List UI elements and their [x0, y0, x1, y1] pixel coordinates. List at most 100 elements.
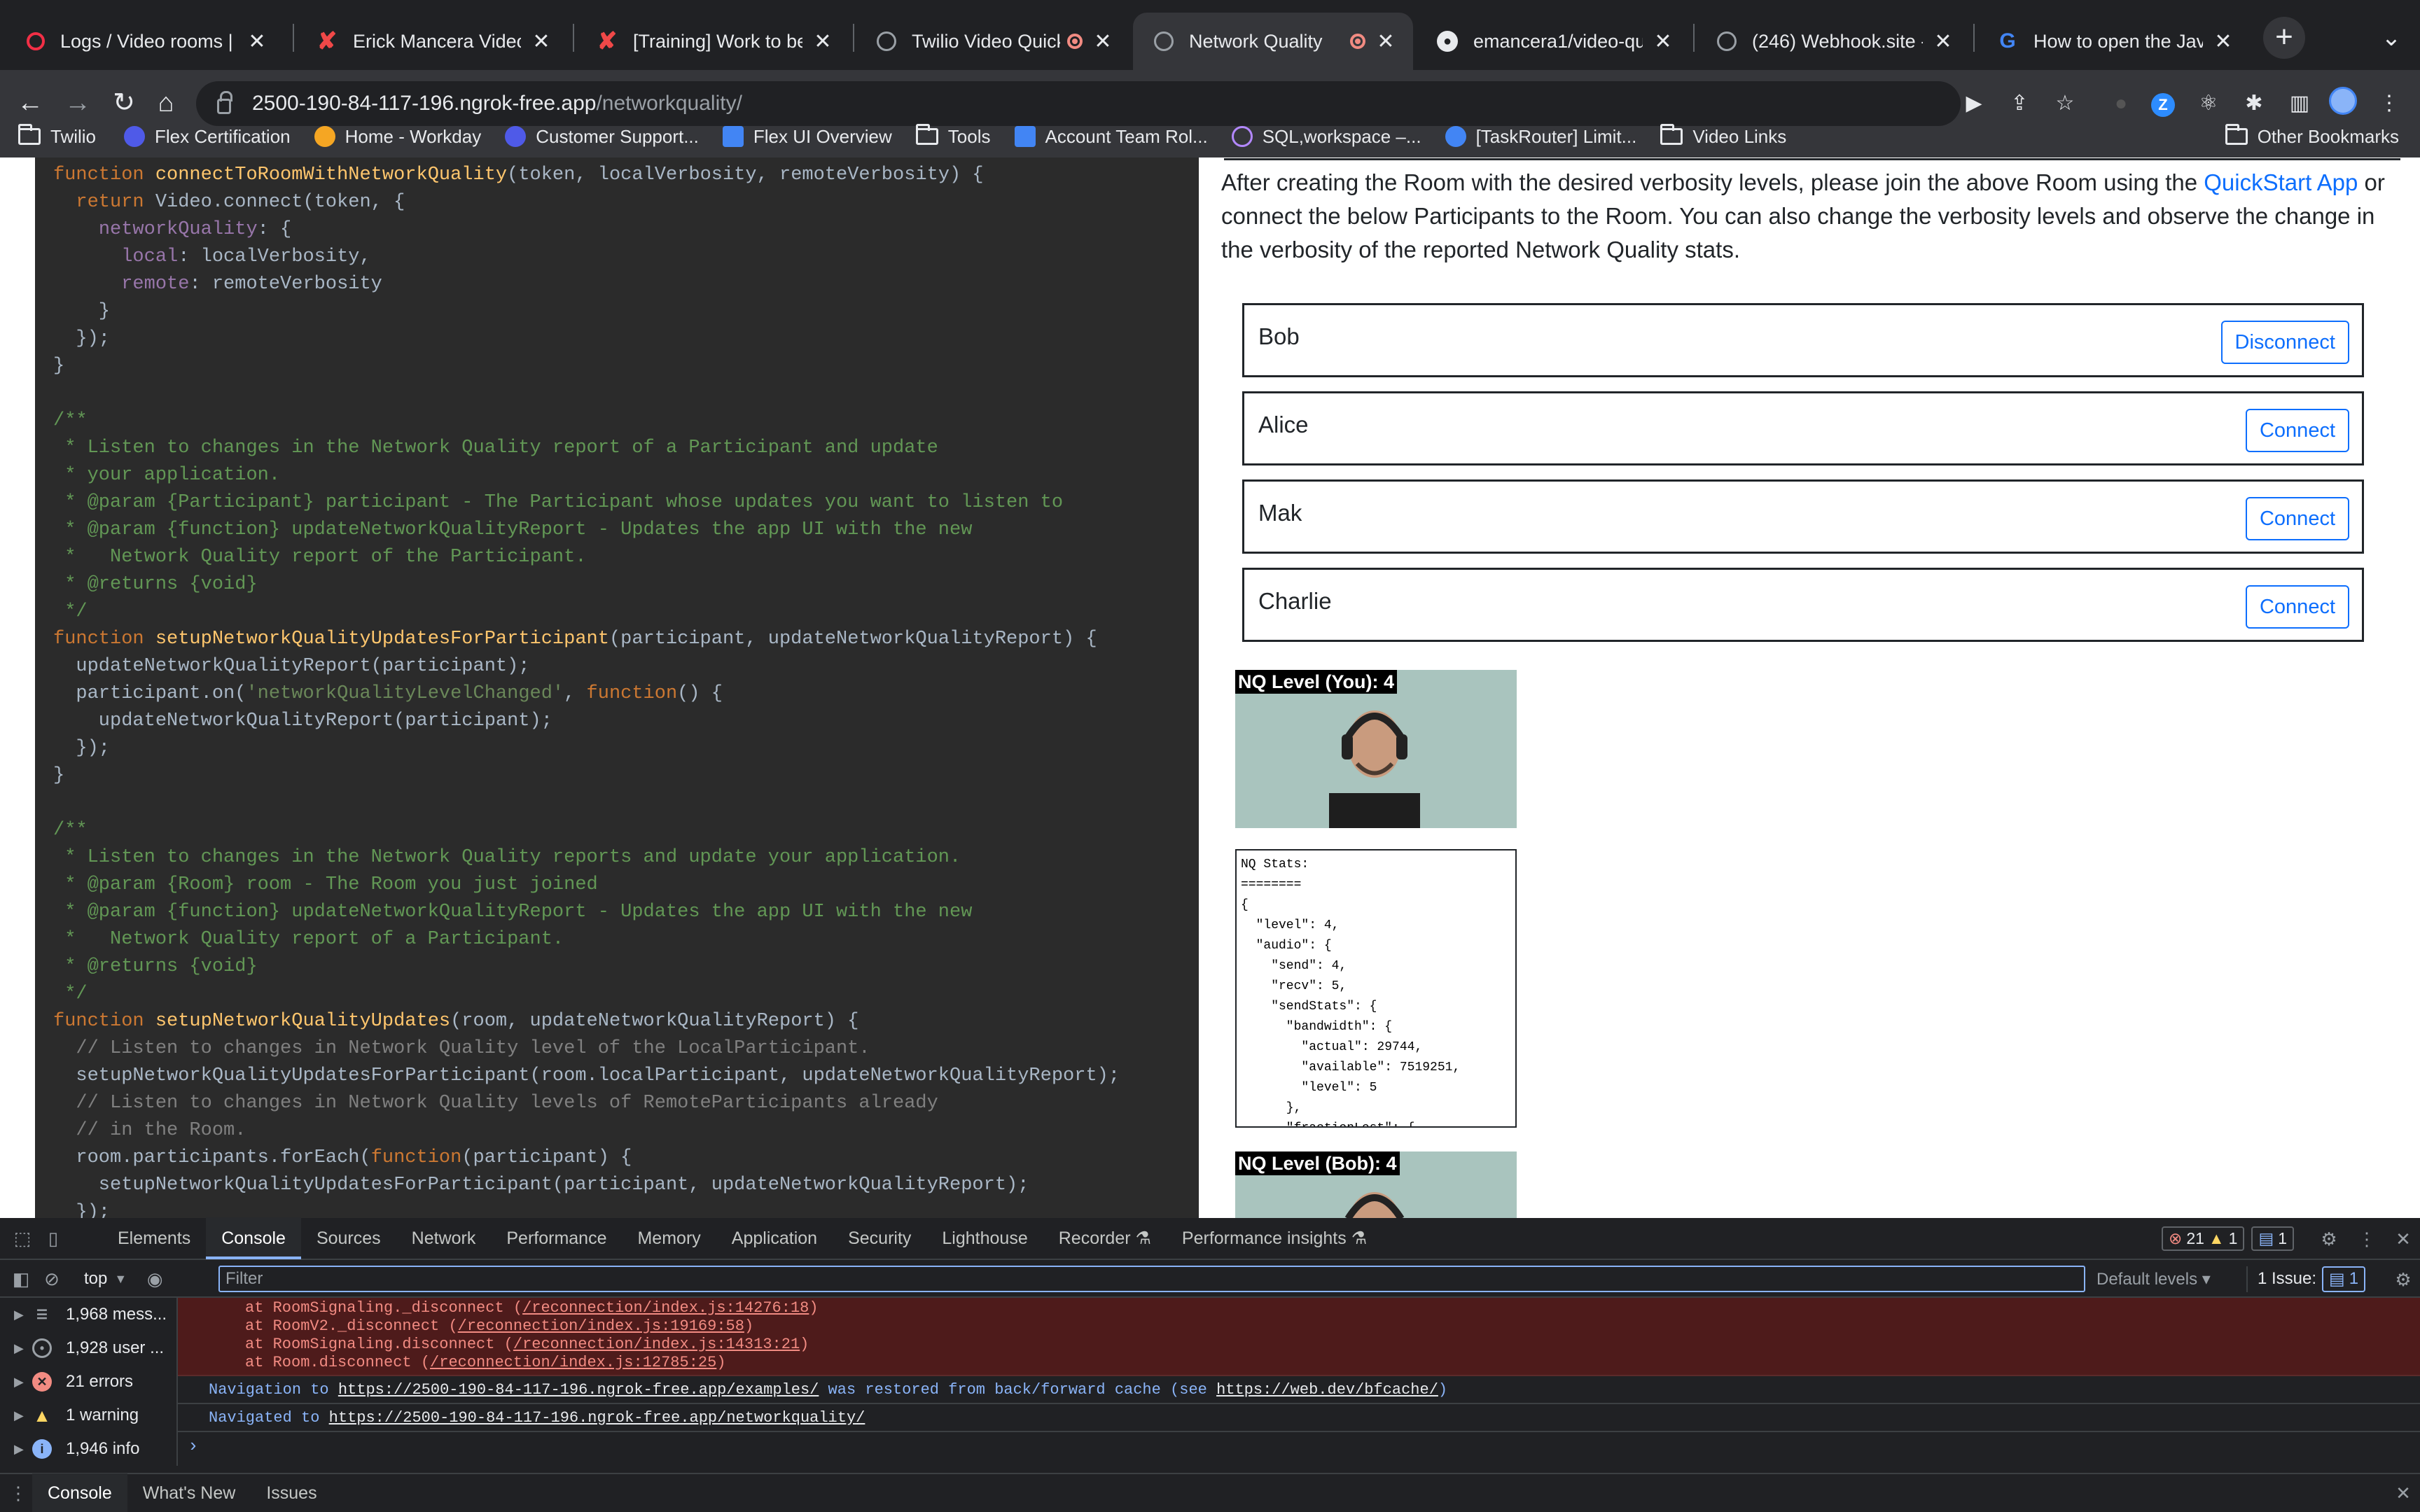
networkquality-url-link[interactable]: https://2500-190-84-117-196.ngrok-free.a… — [329, 1409, 865, 1427]
connect-mak-button[interactable]: Connect — [2245, 497, 2349, 540]
info-icon: i — [32, 1439, 52, 1459]
issues-link[interactable]: 1 Issue: ▤ 1 — [2246, 1266, 2366, 1292]
quickstart-app-link[interactable]: QuickStart App — [2204, 169, 2358, 195]
issues-counter[interactable]: ▤ 1 — [2251, 1226, 2294, 1251]
globe-icon — [1154, 31, 1174, 51]
console-filter-input[interactable]: Filter — [218, 1266, 2085, 1292]
drawer-tab-issues[interactable]: Issues — [251, 1474, 332, 1512]
device-toolbar-icon[interactable]: ▯ — [39, 1224, 67, 1252]
devtools-tab-recorder[interactable]: Recorder ⚗ — [1043, 1217, 1167, 1259]
inspect-element-icon[interactable]: ⬚ — [8, 1224, 36, 1252]
devtools-counters: ⊗ 21 ▲ 1 ▤ 1 — [2162, 1226, 2294, 1251]
context-selector[interactable]: top — [84, 1269, 107, 1289]
bfcache-link[interactable]: https://web.dev/bfcache/ — [1216, 1381, 1438, 1399]
close-icon[interactable]: ✕ — [1933, 29, 1954, 54]
sidebar-messages[interactable]: ▶ ☰ 1,968 mess... — [0, 1298, 176, 1331]
devtools-tab-performance[interactable]: Performance — [491, 1217, 622, 1259]
participant-name: Mak — [1258, 500, 1302, 526]
sidebar-label: 1,968 mess... — [66, 1305, 167, 1324]
stack-frame: at RoomSignaling.disconnect (/reconnecti… — [245, 1336, 2420, 1354]
drawer-tab-what-s-new[interactable]: What's New — [127, 1474, 251, 1512]
network-quality-panel: After creating the Room with the desired… — [1199, 158, 2420, 1218]
close-icon[interactable]: ✕ — [1375, 29, 1396, 54]
close-icon[interactable]: ✕ — [246, 29, 267, 54]
code-line: * @param {function} updateNetworkQuality… — [53, 902, 973, 923]
other-bookmarks[interactable]: Other Bookmarks — [2225, 115, 2399, 158]
bookmark-customer-support[interactable]: Customer Support... — [505, 126, 699, 148]
search-icon — [1231, 126, 1253, 147]
error-stack-trace: at RoomSignaling._disconnect (/reconnect… — [178, 1298, 2420, 1376]
bookmark-flex-ui-overview[interactable]: Flex UI Overview — [722, 126, 892, 148]
stack-text: at RoomV2._disconnect ( — [245, 1317, 458, 1335]
devtools-tab-memory[interactable]: Memory — [622, 1217, 716, 1259]
browser-tab-8[interactable]: G How to open the Javasc ✕ — [1976, 13, 2251, 70]
settings-gear-icon[interactable]: ⚙ — [2315, 1225, 2343, 1253]
devtools-tab-sources[interactable]: Sources — [301, 1217, 396, 1259]
close-icon[interactable]: ✕ — [1653, 29, 1674, 54]
stack-text: ) — [809, 1299, 819, 1317]
devtools-tab-security[interactable]: Security — [833, 1217, 926, 1259]
tab-search-icon[interactable]: ⌄ — [2370, 17, 2412, 59]
browser-tab-3[interactable]: ✘ [Training] Work to be Co ✕ — [576, 13, 850, 70]
devtools-tab-elements[interactable]: Elements — [102, 1217, 206, 1259]
sidebar-warnings[interactable]: ▶ ▲ 1 warning — [0, 1399, 176, 1432]
drawer-tab-console[interactable]: Console — [32, 1474, 127, 1512]
new-tab-button[interactable]: + — [2263, 17, 2305, 59]
browser-tab-7[interactable]: (246) Webhook.site - Te ✕ — [1696, 13, 1970, 70]
browser-tab-6[interactable]: ● emancera1/video-quick ✕ — [1416, 13, 1690, 70]
devtools-tab-network[interactable]: Network — [396, 1217, 492, 1259]
close-icon[interactable]: ✕ — [531, 29, 552, 54]
source-link[interactable]: /reconnection/index.js:14313:21 — [513, 1336, 800, 1353]
bookmark-label: Video Links — [1692, 125, 1787, 147]
drawer-menu-icon[interactable]: ⋮ — [4, 1479, 32, 1507]
examples-url-link[interactable]: https://2500-190-84-117-196.ngrok-free.a… — [338, 1381, 819, 1399]
devtools-menu-icon[interactable]: ⋮ — [2353, 1225, 2381, 1253]
bookmark-home-workday[interactable]: Home - Workday — [314, 126, 481, 148]
browser-tab-1[interactable]: Logs / Video rooms | Tw ✕ — [6, 13, 284, 70]
devtools-tab-application[interactable]: Application — [716, 1217, 833, 1259]
close-icon[interactable]: ✕ — [2213, 29, 2234, 54]
bookmark-account-team[interactable]: Account Team Rol... — [1014, 125, 1208, 148]
devtools-tab-console[interactable]: Console — [206, 1217, 301, 1259]
code-block: function connectToRoomWithNetworkQuality… — [35, 158, 1199, 1218]
browser-tab-4[interactable]: Twilio Video QuickSt ✕ — [856, 13, 1130, 70]
sidebar-user-messages[interactable]: ▶ • 1,928 user ... — [0, 1331, 176, 1365]
error-counter[interactable]: ⊗ 21 ▲ 1 — [2162, 1226, 2245, 1251]
connect-alice-button[interactable]: Connect — [2245, 409, 2349, 452]
source-link[interactable]: /reconnection/index.js:19169:58 — [458, 1317, 744, 1335]
sidebar-toggle-icon[interactable]: ◧ — [7, 1265, 35, 1293]
close-icon[interactable]: ✕ — [812, 29, 833, 54]
console-settings-icon[interactable]: ⚙ — [2389, 1266, 2417, 1294]
close-icon[interactable]: ✕ — [1092, 29, 1113, 54]
connect-charlie-button[interactable]: Connect — [2245, 585, 2349, 629]
bookmark-taskrouter[interactable]: [TaskRouter] Limit... — [1445, 126, 1636, 148]
intro-text-part: After creating the Room with the desired… — [1221, 169, 2204, 195]
bookmark-folder-twilio[interactable]: Twilio — [18, 124, 96, 148]
participant-name: Bob — [1258, 323, 1300, 349]
code-line: * your application. — [53, 465, 281, 486]
close-drawer-icon[interactable]: ✕ — [2389, 1479, 2417, 1507]
source-link[interactable]: /reconnection/index.js:12785:25 — [430, 1354, 716, 1371]
code-line: * Network Quality report of a Participan… — [53, 929, 564, 950]
log-levels-dropdown[interactable]: Default levels ▾ — [2096, 1269, 2211, 1289]
disconnect-bob-button[interactable]: Disconnect — [2220, 321, 2349, 364]
recording-icon — [1350, 34, 1365, 49]
bookmark-folder-tools[interactable]: Tools — [915, 124, 991, 148]
browser-tab-2[interactable]: ✘ Erick Mancera Video PT ✕ — [295, 13, 569, 70]
source-link[interactable]: /reconnection/index.js:14276:18 — [522, 1299, 809, 1317]
devtools-tab-lighthouse[interactable]: Lighthouse — [926, 1217, 1043, 1259]
bookmark-flex-certification[interactable]: Flex Certification — [124, 126, 291, 148]
close-devtools-icon[interactable]: ✕ — [2389, 1225, 2417, 1253]
bookmark-label: Account Team Rol... — [1045, 125, 1208, 147]
clear-console-icon[interactable]: ⊘ — [38, 1265, 66, 1293]
console-prompt[interactable]: › — [178, 1432, 2420, 1460]
browser-tab-active[interactable]: Network Quality ✕ — [1133, 13, 1413, 70]
eye-icon[interactable]: ◉ — [141, 1265, 169, 1293]
site-icon — [722, 126, 744, 147]
code-line: } — [53, 356, 65, 377]
bookmark-sql-workspace[interactable]: SQL,workspace –... — [1231, 126, 1421, 148]
devtools-tab-performance-insights[interactable]: Performance insights ⚗ — [1167, 1217, 1382, 1259]
sidebar-errors[interactable]: ▶ ✕ 21 errors — [0, 1365, 176, 1399]
sidebar-info[interactable]: ▶ i 1,946 info — [0, 1432, 176, 1466]
bookmark-folder-video-links[interactable]: Video Links — [1660, 124, 1787, 148]
